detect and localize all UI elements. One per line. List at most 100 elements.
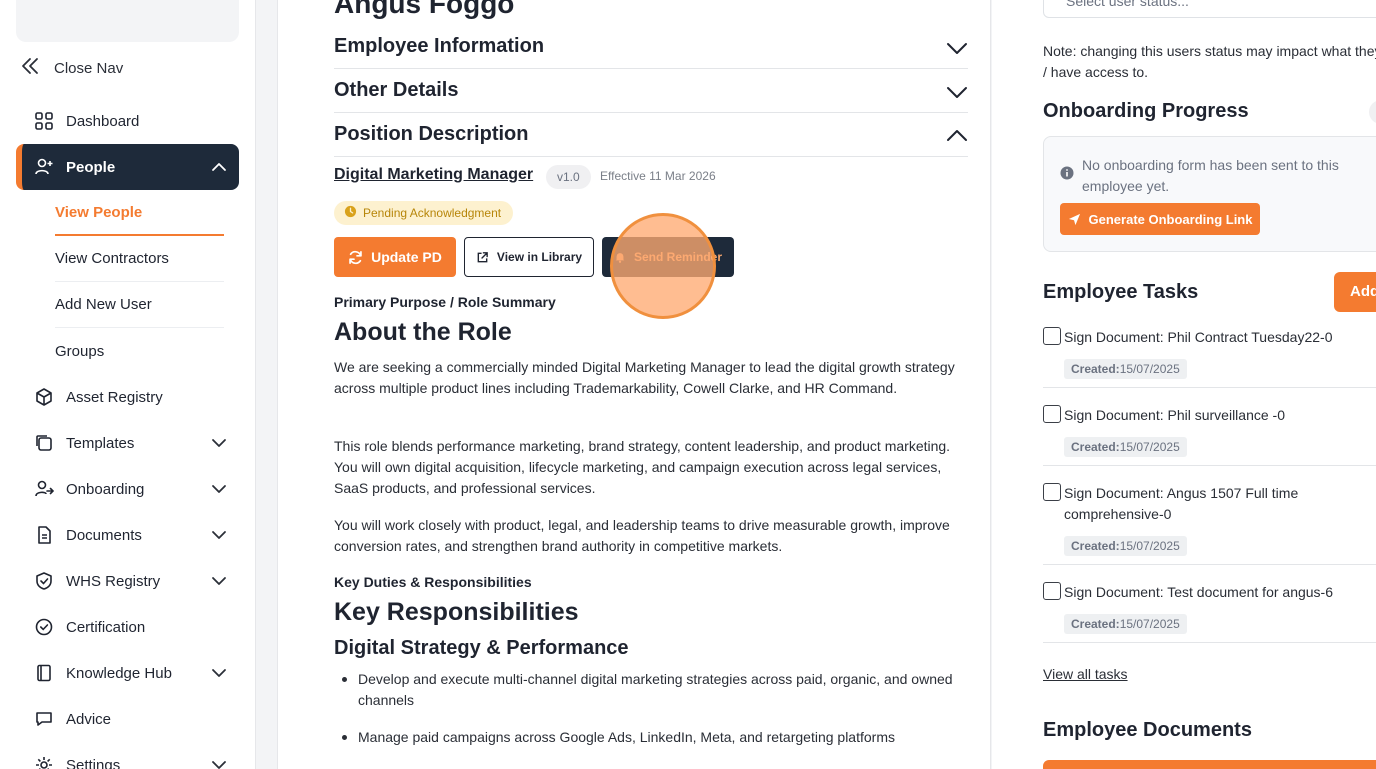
view-all-tasks-link[interactable]: View all tasks <box>1043 666 1128 682</box>
sidebar-item-settings[interactable]: Settings <box>16 742 239 769</box>
clock-icon <box>344 205 357 221</box>
onboarding-message: No onboarding form has been sent to this… <box>1082 157 1339 194</box>
task-label: Sign Document: Phil surveillance -0 <box>1064 407 1285 423</box>
status-badge-label: Pending Acknowledgment <box>363 206 502 220</box>
upload-document-button[interactable] <box>1043 760 1376 769</box>
chevron-down-icon <box>211 435 227 451</box>
sidebar-item-label: Templates <box>66 434 135 452</box>
accordion-employee-information[interactable]: Employee Information <box>334 25 968 69</box>
right-panel: Select user status... Note: changing thi… <box>992 0 1376 769</box>
about-paragraph: You will work closely with product, lega… <box>334 517 950 554</box>
list-item: Manage paid campaigns across Google Ads,… <box>342 727 964 748</box>
onboarding-toggle[interactable] <box>1369 100 1376 124</box>
sidebar-item-certification[interactable]: Certification <box>16 604 239 650</box>
created-label: Created: <box>1071 539 1120 553</box>
send-icon <box>1068 213 1081 226</box>
sidebar-subitem-add-new-user[interactable]: Add New User <box>55 282 224 328</box>
accordion-label: Position Description <box>334 123 529 145</box>
created-date: 15/07/2025 <box>1119 362 1180 376</box>
chevron-down-icon <box>211 573 227 589</box>
user-plus-icon <box>34 157 54 177</box>
status-badge: Pending Acknowledgment <box>334 201 514 225</box>
add-task-button[interactable]: Add <box>1334 272 1376 312</box>
duties-label: Key Duties & Responsibilities <box>334 574 532 590</box>
task-checkbox[interactable] <box>1043 327 1061 345</box>
task-label: Sign Document: Angus 1507 Full time comp… <box>1064 485 1299 522</box>
update-pd-button[interactable]: Update PD <box>334 237 456 277</box>
view-in-library-button[interactable]: View in Library <box>464 237 594 277</box>
check-circle-icon <box>34 617 54 637</box>
close-nav-button[interactable]: Close Nav <box>20 56 123 80</box>
book-icon <box>34 663 54 683</box>
sidebar-item-templates[interactable]: Templates <box>16 420 239 466</box>
chevron-down-icon <box>211 527 227 543</box>
about-paragraph: We are seeking a commercially minded Dig… <box>334 359 955 396</box>
task-checkbox[interactable] <box>1043 405 1061 423</box>
created-label: Created: <box>1071 617 1120 631</box>
refresh-icon <box>348 250 363 265</box>
bell-icon <box>614 251 626 263</box>
sidebar-subitem-view-people[interactable]: View People <box>55 190 224 236</box>
sidebar-item-asset-registry[interactable]: Asset Registry <box>16 374 239 420</box>
sidebar-item-label: Onboarding <box>66 480 145 498</box>
sidebar-item-label: Documents <box>66 526 142 544</box>
sidebar-item-onboarding[interactable]: Onboarding <box>16 466 239 512</box>
user-status-select[interactable]: Select user status... <box>1043 0 1376 18</box>
employee-name: Angus Foggo <box>334 0 515 19</box>
sidebar-subitem-label: View Contractors <box>55 250 169 267</box>
gear-icon <box>34 755 54 769</box>
sidebar-item-label: Settings <box>66 756 121 769</box>
effective-date: Effective 11 Mar 2026 <box>600 169 716 183</box>
purpose-label: Primary Purpose / Role Summary <box>334 294 556 310</box>
generate-onboarding-link-button[interactable]: Generate Onboarding Link <box>1060 203 1260 235</box>
sidebar-item-dashboard[interactable]: Dashboard <box>16 98 239 144</box>
employee-tasks-title: Employee Tasks <box>1043 281 1199 303</box>
task-label: Sign Document: Test document for angus-6 <box>1064 584 1334 600</box>
employee-documents-title: Employee Documents <box>1043 719 1252 741</box>
task-checkbox[interactable] <box>1043 483 1061 501</box>
task-row: Sign Document: Angus 1507 Full time comp… <box>1043 483 1376 565</box>
update-pd-label: Update PD <box>371 249 442 265</box>
accordion-label: Other Details <box>334 79 459 101</box>
list-item: Develop and execute multi-channel digita… <box>342 669 964 711</box>
accordion-position-description[interactable]: Position Description <box>334 113 968 157</box>
sidebar-item-knowledge-hub[interactable]: Knowledge Hub <box>16 650 239 696</box>
chevron-down-icon <box>211 665 227 681</box>
strategy-subheading: Digital Strategy & Performance <box>334 637 629 659</box>
task-row: Sign Document: Test document for angus-6… <box>1043 582 1376 643</box>
sidebar-item-label: Knowledge Hub <box>66 664 172 682</box>
sidebar: Close Nav Dashboard People View People V… <box>0 0 256 769</box>
position-title-link[interactable]: Digital Marketing Manager <box>334 166 533 184</box>
info-icon <box>1060 166 1074 185</box>
generate-onboarding-link-label: Generate Onboarding Link <box>1088 211 1253 227</box>
cube-icon <box>34 387 54 407</box>
version-badge: v1.0 <box>546 165 591 189</box>
task-checkbox[interactable] <box>1043 582 1061 600</box>
task-created-badge: Created: 15/07/2025 <box>1064 437 1187 457</box>
accordion-other-details[interactable]: Other Details <box>334 69 968 113</box>
task-row: Sign Document: Phil Contract Tuesday22-0… <box>1043 327 1376 388</box>
chevron-up-icon <box>946 125 968 147</box>
accordion-label: Employee Information <box>334 35 545 57</box>
onboarding-progress-title: Onboarding Progress <box>1043 100 1249 122</box>
sidebar-subitem-view-contractors[interactable]: View Contractors <box>55 236 224 282</box>
task-row: Sign Document: Phil surveillance -0 Crea… <box>1043 405 1376 466</box>
grid-icon <box>34 111 54 131</box>
sidebar-item-advice[interactable]: Advice <box>16 696 239 742</box>
sidebar-item-label: Asset Registry <box>66 388 163 406</box>
document-icon <box>34 525 54 545</box>
send-reminder-button[interactable]: Send Reminder <box>602 237 734 277</box>
sidebar-item-whs-registry[interactable]: WHS Registry <box>16 558 239 604</box>
sidebar-item-label: WHS Registry <box>66 572 161 590</box>
sidebar-subitem-groups[interactable]: Groups <box>55 328 224 374</box>
sidebar-item-people[interactable]: People <box>16 144 239 190</box>
task-label: Sign Document: Phil Contract Tuesday22-0 <box>1064 329 1333 345</box>
task-created-badge: Created: 15/07/2025 <box>1064 536 1187 556</box>
chevron-down-icon <box>946 81 968 103</box>
close-nav-label: Close Nav <box>54 59 124 77</box>
chevron-down-icon <box>946 37 968 59</box>
user-arrow-icon <box>34 479 54 499</box>
sidebar-item-documents[interactable]: Documents <box>16 512 239 558</box>
shield-check-icon <box>34 571 54 591</box>
sidebar-subitem-label: Add New User <box>55 296 152 313</box>
